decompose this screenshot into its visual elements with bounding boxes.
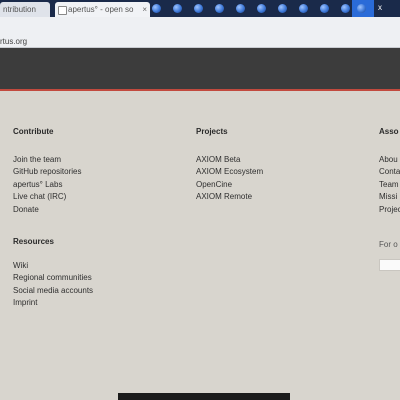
tab-label: ntribution bbox=[3, 5, 36, 14]
app-icon[interactable] bbox=[236, 4, 245, 13]
app-icon[interactable] bbox=[257, 4, 266, 13]
browser-tab-strip: ntribution apertus° - open so × x bbox=[0, 0, 400, 17]
link-labs[interactable]: apertus° Labs bbox=[13, 179, 81, 191]
app-icon[interactable] bbox=[299, 4, 308, 13]
footer-association: Asso Abou Conta Team Missi Projec For o bbox=[379, 127, 400, 272]
site-header bbox=[0, 48, 400, 91]
resources-heading: Resources bbox=[13, 237, 54, 246]
contribute-heading: Contribute bbox=[13, 127, 54, 136]
link-imprint[interactable]: Imprint bbox=[13, 297, 93, 309]
link-irc[interactable]: Live chat (IRC) bbox=[13, 191, 81, 203]
link-mission[interactable]: Missi bbox=[379, 191, 400, 203]
app-icon[interactable] bbox=[357, 4, 366, 13]
app-icon[interactable] bbox=[152, 4, 161, 13]
subscribe-input[interactable] bbox=[379, 259, 400, 272]
address-bar[interactable]: rtus.org bbox=[0, 17, 400, 48]
close-icon[interactable]: × bbox=[142, 2, 147, 17]
app-icon[interactable] bbox=[194, 4, 203, 13]
link-wiki[interactable]: Wiki bbox=[13, 260, 93, 272]
link-social[interactable]: Social media accounts bbox=[13, 285, 93, 297]
browser-tab-active[interactable]: apertus° - open so × bbox=[55, 2, 150, 17]
link-projects-assoc[interactable]: Projec bbox=[379, 204, 400, 216]
projects-heading: Projects bbox=[196, 127, 228, 136]
association-text: For o bbox=[379, 240, 398, 250]
association-heading: Asso bbox=[379, 127, 399, 136]
link-axiom-ecosystem[interactable]: AXIOM Ecosystem bbox=[196, 166, 263, 178]
favicon-icon bbox=[58, 6, 67, 15]
tab-label: apertus° - open so bbox=[68, 5, 134, 14]
browser-tab-1[interactable]: ntribution bbox=[0, 2, 50, 17]
app-icon[interactable] bbox=[215, 4, 224, 13]
link-join-team[interactable]: Join the team bbox=[13, 154, 81, 166]
link-regional[interactable]: Regional communities bbox=[13, 272, 93, 284]
bottom-bar bbox=[118, 393, 290, 400]
app-icon[interactable] bbox=[173, 4, 182, 13]
url-text[interactable]: rtus.org bbox=[0, 37, 27, 46]
link-axiom-remote[interactable]: AXIOM Remote bbox=[196, 191, 263, 203]
close-window-icon[interactable]: x bbox=[378, 3, 382, 12]
link-opencine[interactable]: OpenCine bbox=[196, 179, 263, 191]
footer-contribute: Contribute Join the team GitHub reposito… bbox=[13, 127, 81, 216]
app-icon[interactable] bbox=[320, 4, 329, 13]
link-contact[interactable]: Conta bbox=[379, 166, 400, 178]
app-icon[interactable] bbox=[341, 4, 350, 13]
link-github[interactable]: GitHub repositories bbox=[13, 166, 81, 178]
link-donate[interactable]: Donate bbox=[13, 204, 81, 216]
footer-resources: Resources Wiki Regional communities Soci… bbox=[13, 237, 93, 310]
app-icon[interactable] bbox=[278, 4, 287, 13]
footer-projects: Projects AXIOM Beta AXIOM Ecosystem Open… bbox=[196, 127, 263, 204]
link-about[interactable]: Abou bbox=[379, 154, 400, 166]
link-axiom-beta[interactable]: AXIOM Beta bbox=[196, 154, 263, 166]
link-team[interactable]: Team bbox=[379, 179, 400, 191]
